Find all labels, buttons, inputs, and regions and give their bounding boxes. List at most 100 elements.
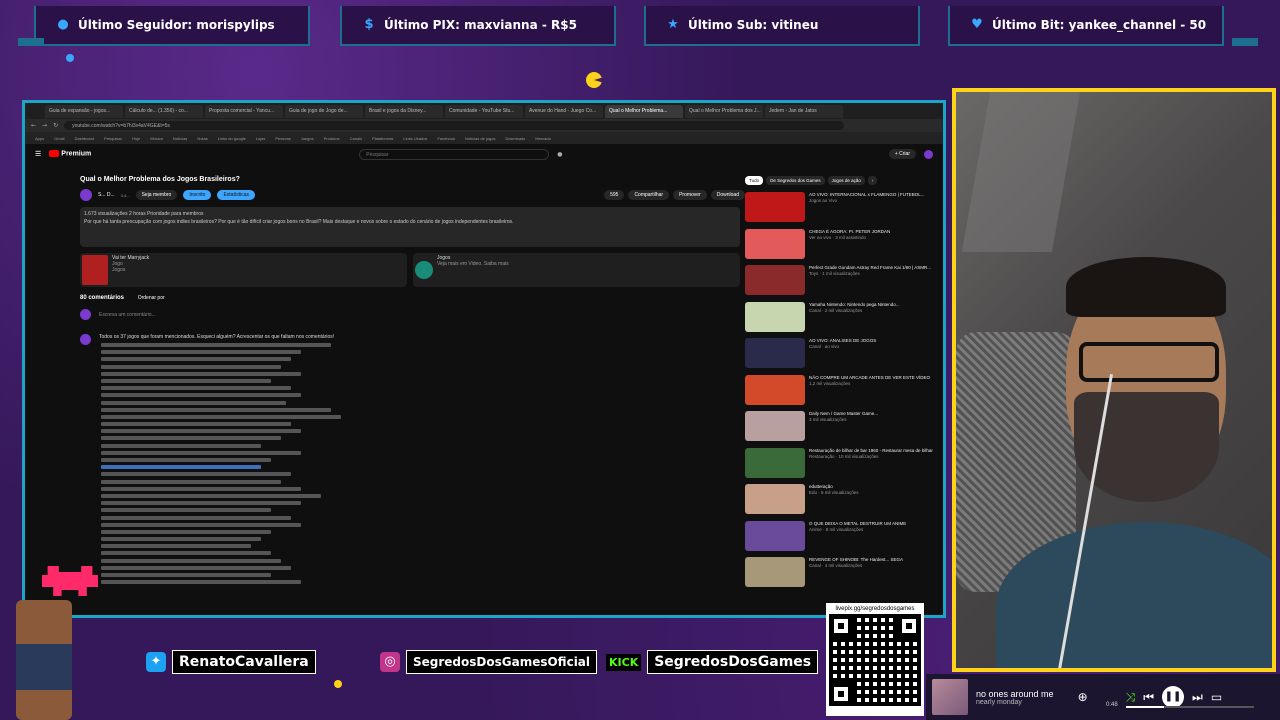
browser-tab[interactable]: Comunidade - YouTube Stu... [445, 104, 523, 118]
forward-icon[interactable]: → [42, 122, 47, 129]
video-meta: Canal · 2 mil visualizações [809, 307, 863, 313]
chip-action-games[interactable]: Jogos de ação [827, 176, 865, 185]
comment-line [101, 357, 291, 362]
recommended-video[interactable]: NÃO COMPRE UM ARCADE ANTES DE VER ESTE V… [745, 374, 943, 405]
shuffle-icon[interactable]: ⤨ [1126, 690, 1136, 705]
menu-icon[interactable]: ☰ [35, 150, 41, 158]
recommendations-sidebar: Tudo De Segredos dos Games Jogos de ação… [745, 176, 943, 615]
video-meta: Jogos ao Vivo [809, 198, 838, 204]
search-input[interactable]: Pesquisar [359, 148, 550, 160]
bookmark-item[interactable]: Dashboard [75, 136, 95, 141]
video-actions: 595 Compartilhar Promover Download [604, 190, 745, 200]
recommended-video[interactable]: CHEGA É AGORA: Pr. PETER JORDAN Ver ao vi… [745, 228, 943, 259]
add-icon[interactable]: ⊕ [1078, 690, 1088, 704]
games-card[interactable]: Jogos Veja mais em Video. Saiba mais [413, 253, 740, 287]
bookmark-item[interactable]: Apps [35, 136, 44, 141]
browser-tab[interactable]: Qual o Melhor Problema dos J... [685, 104, 763, 118]
bookmark-item[interactable]: Produtos [324, 136, 340, 141]
bookmark-item[interactable]: Gmail [54, 136, 64, 141]
download-button[interactable]: Download [710, 190, 745, 200]
bookmark-item[interactable]: Lojas [256, 136, 266, 141]
comment-line [101, 565, 291, 570]
game-card[interactable]: Vai ter Marryjack Jogo Jogos [80, 253, 407, 287]
description-text: Por que há tanta preocupação com jogos i… [84, 218, 514, 225]
channel-avatar[interactable] [80, 189, 92, 201]
recommended-video[interactable]: AO VIVO: INTERNACIONAL x FLAMENGO | FUTE… [745, 192, 943, 222]
cast-icon[interactable]: ▭ [1211, 690, 1222, 704]
bookmark-item[interactable]: Mercado [535, 136, 551, 141]
comment-line [101, 422, 291, 427]
bookmark-item[interactable]: Notícias [173, 136, 187, 141]
avatar[interactable] [924, 149, 933, 159]
sort-button[interactable]: Ordenar por [138, 295, 165, 301]
alert-bit-label: Último Bit: yankee_channel - 50 [992, 18, 1207, 32]
track-progress[interactable] [1126, 706, 1254, 708]
browser-tab[interactable]: Cálculo de... (1.356) - co... [125, 104, 203, 118]
subscribe-button[interactable]: Inscrito [183, 190, 212, 200]
add-comment-input[interactable]: Escreva um comentário... [99, 312, 156, 318]
recommended-video[interactable]: Daily Nem / Game Master Game... 3 mil vis… [745, 411, 943, 441]
promote-button[interactable]: Promover [673, 190, 707, 200]
create-button[interactable]: + Criar [888, 149, 916, 159]
recommended-video[interactable]: REVENGE OF SHINOBI: The Hardest... SEGA C… [745, 557, 943, 587]
browser-tab-active[interactable]: Qual o Melhor Problema... [605, 104, 683, 118]
bookmark-item[interactable]: Links Usados [403, 136, 427, 141]
recommended-video[interactable]: AO VIVO: ANALISES DE JOGOS Canal · ao viv… [745, 338, 943, 368]
album-art [932, 679, 968, 715]
recommended-video[interactable]: Restauração de bilhar de bar 1960 - Rest… [745, 447, 943, 478]
channel-name[interactable]: S... D... [98, 192, 115, 198]
video-info: Restauração de bilhar de bar 1960 - Rest… [809, 448, 939, 478]
recommended-video[interactable]: Yamaha Nintendo: Nintendo pega Nintendo.… [745, 301, 943, 332]
instagram-handle: ◎ SegredosDosGamesOficial [380, 650, 598, 674]
recommended-video[interactable]: edutteração Edu · 5 mil visualizações [745, 484, 943, 514]
comment-line [101, 371, 301, 376]
bookmark-item[interactable]: Pessoas [275, 136, 290, 141]
chip-next-icon[interactable]: › [867, 176, 878, 185]
kick-label: SegredosDosGames [647, 650, 819, 674]
pause-button[interactable]: ❚❚ [1162, 686, 1185, 708]
microphone-icon[interactable]: ● [557, 151, 562, 158]
browser-tab[interactable]: Avenue do Hand - Juego Co... [525, 104, 603, 118]
instagram-icon: ◎ [380, 652, 400, 672]
analytics-button[interactable]: Estatísticas [217, 190, 256, 200]
bookmark-item[interactable]: Noticias de jogos [465, 136, 495, 141]
browser-tab[interactable]: Proposta comercial - Yancu... [205, 104, 283, 118]
back-icon[interactable]: ← [31, 122, 36, 129]
video-title: Qual o Melhor Problema dos Jogos Brasile… [80, 176, 240, 183]
bookmark-item[interactable]: Plataformas [372, 136, 393, 141]
bookmark-item[interactable]: Downloads [505, 136, 525, 141]
comment-link-line[interactable] [101, 465, 261, 470]
track-title: no ones around me [976, 688, 1054, 699]
alert-bit: ♥ Último Bit: yankee_channel - 50 [948, 6, 1224, 46]
previous-icon[interactable]: ⏮ [1143, 690, 1154, 705]
bookmark-item[interactable]: Música [150, 136, 163, 141]
recommended-video[interactable]: O QUE DEIXA O METAL DESTRUIR UM ANIME Ani… [745, 520, 943, 551]
alert-follower: ● Último Seguidor: morispylips [34, 6, 310, 46]
bookmark-item[interactable]: Notas [197, 136, 207, 141]
comment-line [101, 558, 281, 563]
url-field[interactable]: youtube.com/watch?v=b7hi3x4aV4GE&t=5s [64, 121, 845, 130]
recommended-video[interactable]: Perfect Grade Gundam Astray Red Frame Ka… [745, 265, 943, 295]
video-thumbnail [745, 192, 805, 222]
browser-tab[interactable]: Jedem - Jan de Jatos [765, 104, 843, 118]
reload-icon[interactable]: ↻ [53, 122, 58, 129]
bookmark-item[interactable]: Facebook [437, 136, 455, 141]
share-button[interactable]: Compartilhar [628, 190, 670, 200]
bookmark-item[interactable]: Links do google [218, 136, 246, 141]
video-info: REVENGE OF SHINOBI: The Hardest... SEGA C… [809, 557, 939, 587]
browser-tab[interactable]: Guia de jogo de Jogo de... [285, 104, 363, 118]
chip-channel[interactable]: De Segredos dos Games [766, 176, 825, 185]
bookmark-item[interactable]: Juegos [301, 136, 314, 141]
chip-all[interactable]: Tudo [745, 176, 764, 185]
youtube-logo[interactable]: Premium [49, 150, 91, 158]
join-button[interactable]: Seja membro [135, 190, 178, 200]
bookmark-item[interactable]: Hoje [132, 136, 140, 141]
browser-tab[interactable]: Guia de expansão - jogos... [45, 104, 123, 118]
description-box[interactable]: 1.673 visualizações 2 horas Prioridade p… [80, 207, 740, 247]
bookmark-item[interactable]: Pesquisar [104, 136, 122, 141]
star-icon: ★ [667, 17, 679, 32]
next-icon[interactable]: ⏭ [1192, 690, 1203, 705]
browser-tab[interactable]: Brasil e jogos da Disney... [365, 104, 443, 118]
bookmark-item[interactable]: Canais [350, 136, 362, 141]
like-button[interactable]: 595 [604, 190, 625, 200]
